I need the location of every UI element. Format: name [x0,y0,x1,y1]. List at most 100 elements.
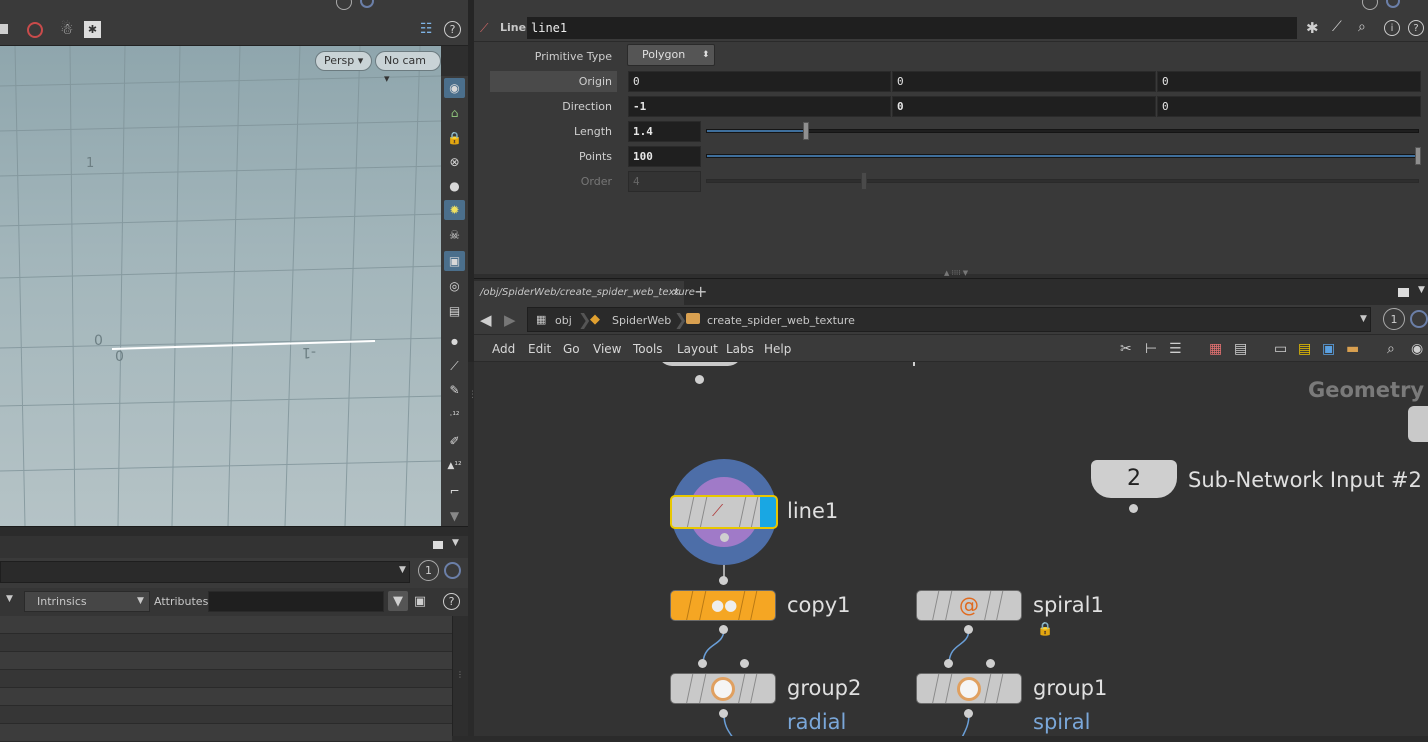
subnet-icon[interactable]: ▬ [1346,341,1359,357]
chevron-down-icon[interactable]: ▼ [399,565,406,575]
scrollbar[interactable]: ⋮ [452,616,468,736]
points-slider-handle[interactable] [1415,147,1421,165]
menu-layout[interactable]: Layout [677,342,718,356]
pen-icon[interactable]: ✎ [444,380,465,400]
pin-count[interactable]: 1 [1383,308,1405,330]
input-port[interactable] [698,659,707,668]
node-spiral1[interactable]: @ [916,590,1022,621]
breadcrumb-create-spider-web-texture[interactable]: create_spider_web_texture [707,314,855,327]
primitive-type-select[interactable]: Polygon ⬍ [627,44,715,66]
copy-icon[interactable]: ▣ [410,591,430,611]
output-port[interactable] [719,709,728,718]
points-slider[interactable] [706,154,1419,158]
corner-icon[interactable]: ⌐ [444,481,465,501]
pin-count[interactable]: 1 [418,560,439,581]
link-icon[interactable] [1386,0,1400,8]
close-icon[interactable]: × [672,287,680,298]
pane-menu-icon[interactable] [1398,288,1409,297]
network-editor[interactable]: Geometry 2 Sub-Network Input #2 ⟋ line1 … [474,362,1428,736]
layout-icon[interactable]: ▤ [1234,341,1247,357]
display-flag[interactable] [760,497,776,527]
input-port[interactable] [986,659,995,668]
grid-icon[interactable]: ▦ [1209,341,1222,357]
input-port[interactable] [944,659,953,668]
link-icon[interactable] [444,562,461,579]
origin-z-field[interactable]: 0 [1157,71,1421,92]
output-port[interactable] [964,709,973,718]
display-options-icon[interactable]: ☷ [420,21,433,37]
menu-help[interactable]: Help [764,342,791,356]
back-icon[interactable]: ◀ [480,311,492,329]
origin-y-field[interactable]: 0 [892,71,1156,92]
cross-icon[interactable]: ⊗ [444,152,465,172]
breadcrumb-spiderweb[interactable]: SpiderWeb [612,314,671,327]
render-icon[interactable]: ▤ [444,301,465,321]
brush-icon[interactable]: ⟋ [1332,19,1342,35]
search-icon[interactable]: ⌕ [1387,341,1395,357]
ghost-icon[interactable]: ☃ [60,20,73,38]
tree-icon[interactable]: ⊢ [1145,341,1157,357]
attributes-filter-input[interactable] [208,591,384,612]
direction-z-field[interactable]: 0 [1157,96,1421,117]
origin-x-field[interactable]: 0 [628,71,891,92]
spreadsheet-table[interactable] [0,616,452,742]
chevron-down-icon[interactable]: ▼ [1418,285,1425,295]
stop-icon[interactable] [27,22,43,38]
node-name-input[interactable]: line1 [527,17,1297,39]
length-field[interactable]: 1.4 [628,121,701,142]
view-mode-icon[interactable]: ◉ [444,78,465,98]
chevron-down-icon[interactable]: ▼ [1360,314,1367,324]
breadcrumb[interactable]: ▦ obj ❯ ◆ SpiderWeb ❯ create_spider_web_… [527,307,1371,332]
search-icon[interactable]: ⌕ [1358,19,1366,35]
path-field[interactable]: ▼ [0,561,410,583]
point-numbers-icon[interactable]: ·¹² [444,406,465,426]
camera-menu[interactable]: No cam ▾ [375,51,441,85]
node-group1[interactable] [916,673,1022,704]
image-icon[interactable]: ▣ [1322,341,1335,357]
node-group2[interactable] [670,673,776,704]
chevron-down-icon[interactable]: ▼ [444,506,465,526]
add-tab-button[interactable]: + [694,282,707,301]
input-port[interactable] [740,659,749,668]
menu-go[interactable]: Go [563,342,580,356]
tool-icon[interactable] [0,24,8,34]
link-icon[interactable] [1410,310,1428,328]
node-line1[interactable]: ⟋ [670,495,778,529]
menu-tools[interactable]: Tools [633,342,663,356]
points-field[interactable]: 100 [628,146,701,167]
network-box-icon[interactable]: ▭ [1274,341,1287,357]
3d-viewport[interactable]: 1 0 0 -1 Persp ▾ No cam ▾ [0,46,441,526]
output-port[interactable] [964,625,973,634]
eye-icon[interactable]: ◎ [444,276,465,296]
help-icon[interactable]: ? [443,593,460,610]
circle-icon[interactable] [336,0,352,10]
point-icon[interactable]: ● [444,331,465,351]
pane-divider[interactable] [0,526,468,536]
link-icon[interactable] [360,0,374,8]
sticky-note-icon[interactable]: ▤ [1298,341,1311,357]
filter-icon[interactable]: ▼ [388,591,408,611]
help-icon[interactable]: ? [1408,20,1424,36]
menu-view[interactable]: View [593,342,621,356]
snap-icon[interactable]: ⌂ [444,103,465,123]
lock-icon[interactable]: 🔒 [1037,622,1053,637]
direction-y-field[interactable]: 0 [892,96,1156,117]
node-copy1[interactable]: ●● [670,590,776,621]
wrench-icon[interactable]: ✂ [1120,341,1132,357]
eye-icon[interactable]: ◉ [1411,341,1423,357]
output-port[interactable] [719,625,728,634]
lock-icon[interactable]: 🔒 [444,128,465,148]
circle-icon[interactable] [1362,0,1378,10]
gear-icon[interactable]: ✱ [1306,19,1319,37]
length-slider-handle[interactable] [803,122,809,140]
help-icon[interactable]: ? [444,21,461,38]
output-port[interactable] [720,533,729,542]
breadcrumb-obj[interactable]: obj [555,314,572,327]
sphere-icon[interactable]: ● [444,176,465,196]
chevron-down-icon[interactable]: ▼ [6,594,13,604]
input-port[interactable] [719,576,728,585]
camera-icon[interactable]: ▣ [444,251,465,271]
pane-menu-icon[interactable] [433,541,443,549]
prim-numbers-icon[interactable]: ▲¹² [444,456,465,476]
menu-edit[interactable]: Edit [528,342,551,356]
